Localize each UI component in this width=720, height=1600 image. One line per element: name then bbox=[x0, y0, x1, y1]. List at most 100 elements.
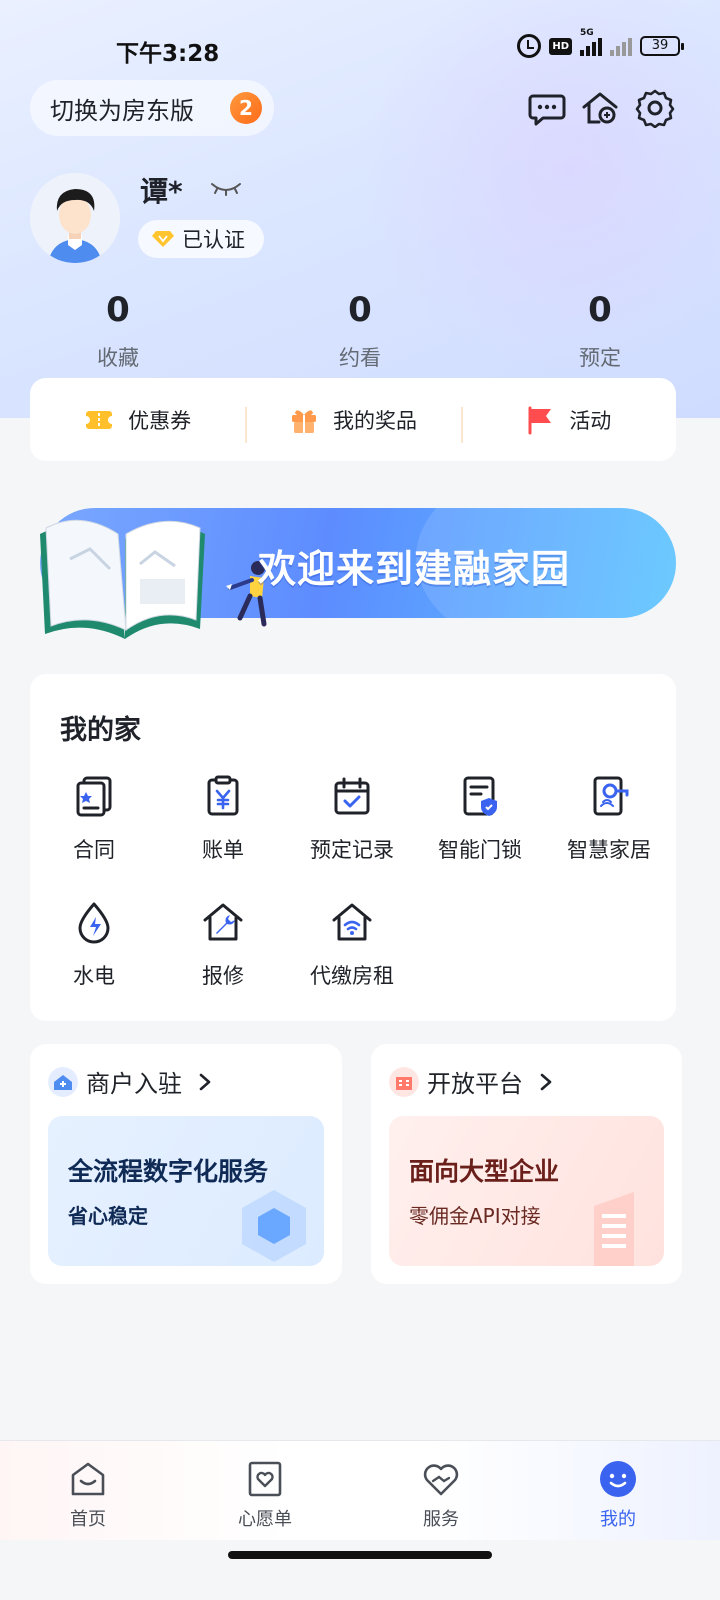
prize-button[interactable]: 我的奖品 bbox=[245, 405, 460, 443]
tab-mine[interactable]: 我的 bbox=[558, 1459, 678, 1531]
home-item-utilities[interactable]: 水电 bbox=[29, 900, 159, 990]
contract-icon bbox=[76, 776, 112, 817]
tab-label: 心愿单 bbox=[238, 1509, 292, 1530]
home-item-bill[interactable]: 账单 bbox=[158, 774, 288, 864]
my-home-card: 我的家 合同 账单 预定记录 智能门锁 智慧家居 水电 报修 代缴房租 bbox=[30, 674, 676, 1021]
battery-icon: 39 bbox=[640, 36, 684, 56]
coupon-button[interactable]: 优惠券 bbox=[30, 405, 245, 435]
bill-icon bbox=[207, 775, 239, 816]
stat-label: 预定 bbox=[579, 346, 621, 370]
hd-icon: HD bbox=[549, 37, 572, 55]
gift-icon bbox=[291, 409, 316, 433]
quick-label: 优惠券 bbox=[128, 408, 192, 433]
status-icons: HD 5G 39 bbox=[517, 28, 684, 58]
wishlist-icon bbox=[248, 1461, 282, 1497]
promo-header: 商户入驻 bbox=[48, 1064, 212, 1099]
home-item-label: 代缴房租 bbox=[310, 964, 394, 988]
stat-favorites[interactable]: 0 收藏 bbox=[38, 290, 198, 372]
promo-subtext: 零佣金API对接 bbox=[409, 1204, 541, 1228]
service-icon bbox=[423, 1464, 459, 1496]
stat-label: 约看 bbox=[339, 346, 381, 370]
home-item-label: 智能门锁 bbox=[438, 838, 522, 862]
signal-icon: 5G bbox=[580, 28, 602, 56]
house-icon[interactable] bbox=[580, 88, 620, 128]
smart-lock-icon bbox=[463, 776, 497, 816]
tab-label: 服务 bbox=[423, 1509, 459, 1530]
bottom-tab-bar: 首页 心愿单 服务 我的 bbox=[0, 1440, 720, 1540]
calendar-icon bbox=[334, 777, 370, 815]
promo-headline: 全流程数字化服务 bbox=[68, 1157, 269, 1186]
utility-icon bbox=[78, 902, 110, 944]
promo-body: 全流程数字化服务 省心稳定 bbox=[48, 1116, 324, 1266]
avatar[interactable] bbox=[30, 173, 120, 263]
tab-service[interactable]: 服务 bbox=[381, 1459, 501, 1531]
switch-badge: 2 bbox=[230, 92, 262, 124]
home-item-repair[interactable]: 报修 bbox=[158, 900, 288, 990]
promo-headline: 面向大型企业 bbox=[409, 1157, 560, 1186]
activity-button[interactable]: 活动 bbox=[460, 405, 676, 443]
merchant-entry-card[interactable]: 商户入驻 全流程数字化服务 省心稳定 bbox=[30, 1044, 342, 1284]
home-item-label: 智慧家居 bbox=[567, 838, 651, 862]
home-item-reservation-record[interactable]: 预定记录 bbox=[287, 774, 417, 864]
tab-label: 首页 bbox=[70, 1509, 106, 1530]
promo-subtext: 省心稳定 bbox=[68, 1204, 148, 1228]
book-illustration bbox=[40, 519, 205, 639]
home-item-label: 水电 bbox=[73, 964, 115, 988]
banner-title: 欢迎来到建融家园 bbox=[258, 547, 571, 591]
rent-payment-icon bbox=[332, 903, 372, 941]
promo-title: 开放平台 bbox=[427, 1070, 523, 1098]
quick-label: 活动 bbox=[569, 408, 612, 433]
home-item-rent-payment[interactable]: 代缴房租 bbox=[287, 900, 417, 990]
home-item-label: 账单 bbox=[202, 838, 244, 862]
verified-label: 已认证 bbox=[182, 228, 245, 252]
profile-tab-icon bbox=[600, 1461, 636, 1497]
promo-title: 商户入驻 bbox=[86, 1070, 182, 1098]
stat-viewings[interactable]: 0 约看 bbox=[280, 290, 440, 372]
open-platform-card[interactable]: 开放平台 面向大型企业 零佣金API对接 bbox=[371, 1044, 682, 1284]
my-home-title: 我的家 bbox=[60, 715, 141, 746]
smart-home-icon bbox=[593, 776, 629, 816]
switch-label: 切换为房东版 bbox=[50, 96, 194, 125]
gear-icon[interactable] bbox=[635, 88, 675, 128]
hexagon-illustration bbox=[242, 1190, 306, 1262]
message-icon[interactable] bbox=[527, 88, 567, 128]
network-type: 5G bbox=[580, 28, 594, 38]
flag-icon bbox=[528, 406, 552, 434]
home-tab-icon bbox=[71, 1462, 105, 1496]
promo-body: 面向大型企业 零佣金API对接 bbox=[389, 1116, 664, 1266]
verified-badge: 已认证 bbox=[138, 220, 264, 258]
promo-header: 开放平台 bbox=[389, 1064, 553, 1099]
home-item-label: 预定记录 bbox=[310, 838, 394, 862]
tab-label: 我的 bbox=[600, 1509, 636, 1530]
home-item-label: 合同 bbox=[73, 838, 115, 862]
home-item-smart-home[interactable]: 智慧家居 bbox=[544, 774, 674, 864]
quick-actions-card: 优惠券 我的奖品 活动 bbox=[30, 378, 676, 461]
chevron-right-icon bbox=[199, 1073, 211, 1090]
stat-reservations[interactable]: 0 预定 bbox=[520, 290, 680, 372]
repair-icon bbox=[203, 903, 243, 941]
chevron-right-icon bbox=[540, 1073, 552, 1090]
stat-label: 收藏 bbox=[97, 346, 139, 370]
stat-value: 0 bbox=[106, 290, 130, 330]
platform-icon bbox=[389, 1066, 419, 1097]
stat-value: 0 bbox=[348, 290, 372, 330]
stat-value: 0 bbox=[588, 290, 612, 330]
quick-label: 我的奖品 bbox=[332, 408, 417, 433]
welcome-banner[interactable]: 欢迎来到建融家园 bbox=[30, 494, 676, 644]
home-item-label: 报修 bbox=[202, 964, 244, 988]
home-indicator[interactable] bbox=[228, 1551, 492, 1559]
home-item-contract[interactable]: 合同 bbox=[29, 774, 159, 864]
alarm-icon bbox=[517, 34, 542, 58]
signal-2-icon bbox=[610, 36, 632, 56]
home-item-smart-lock[interactable]: 智能门锁 bbox=[415, 774, 545, 864]
diamond-icon bbox=[152, 231, 174, 247]
tab-wishlist[interactable]: 心愿单 bbox=[205, 1459, 325, 1531]
hide-eye-icon[interactable] bbox=[210, 178, 242, 198]
merchant-icon bbox=[48, 1066, 78, 1097]
status-time: 下午3:28 bbox=[116, 41, 220, 67]
avatar-illustration bbox=[30, 173, 120, 263]
switch-landlord-button[interactable]: 切换为房东版 2 bbox=[30, 80, 274, 136]
user-name: 谭* bbox=[140, 175, 183, 208]
tab-home[interactable]: 首页 bbox=[28, 1459, 148, 1531]
building-illustration bbox=[594, 1192, 634, 1266]
